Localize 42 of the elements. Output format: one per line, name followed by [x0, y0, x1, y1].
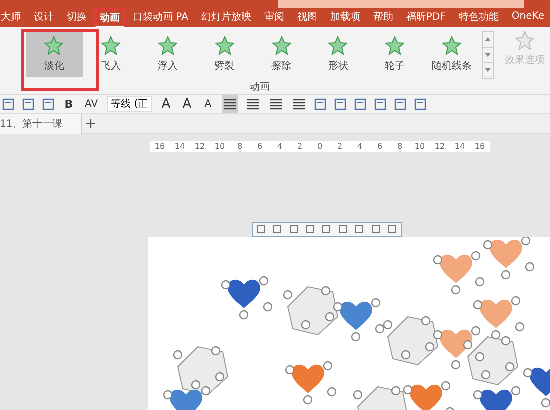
- font-color-button[interactable]: A: [159, 95, 174, 113]
- star-icon: [214, 36, 235, 56]
- animation-option[interactable]: 随机线条: [423, 31, 480, 77]
- animation-option[interactable]: 轮子: [366, 31, 424, 77]
- group-label: 动画: [249, 81, 271, 94]
- ribbon-tab[interactable]: 口袋动画 PA: [133, 8, 188, 27]
- gallery-scrollbar[interactable]: [482, 31, 494, 79]
- ruler: 16 14 12 10 8 6 4 2 0 2 4 6 8 10 12 14 16: [150, 141, 490, 152]
- star-icon: [385, 36, 406, 56]
- star-icon: [272, 36, 292, 56]
- star-icon: [44, 36, 64, 56]
- star-icon: [101, 36, 122, 56]
- animation-option[interactable]: 淡化: [26, 31, 83, 77]
- shrink-font-button[interactable]: A: [201, 95, 216, 113]
- document-tab[interactable]: 11、第十一课: [0, 114, 82, 134]
- animation-option[interactable]: 擦除: [253, 31, 310, 77]
- star-icon: [442, 36, 462, 56]
- ribbon-tab[interactable]: 切换: [67, 8, 87, 27]
- bold-button[interactable]: B: [62, 95, 76, 113]
- center-align-button[interactable]: [222, 95, 238, 113]
- ribbon-tab[interactable]: OneKe: [512, 8, 544, 27]
- animation-option[interactable]: 飞入: [82, 31, 140, 77]
- animation-option[interactable]: 劈裂: [196, 31, 254, 77]
- star-icon: [158, 36, 178, 56]
- animation-option[interactable]: 形状: [310, 31, 367, 77]
- star-icon: [515, 31, 536, 51]
- character-spacing-button[interactable]: AV: [83, 95, 100, 113]
- search-field[interactable]: [278, 0, 524, 8]
- ribbon-tab[interactable]: 特色功能: [458, 8, 499, 27]
- grow-font-button[interactable]: A: [180, 95, 194, 113]
- star-icon: [328, 36, 348, 56]
- ribbon-tab[interactable]: 设计: [34, 8, 54, 27]
- ribbon-tab[interactable]: 审阅: [264, 8, 284, 27]
- animation-option[interactable]: 浮入: [140, 31, 196, 77]
- font-dropdown[interactable]: 等线 (正: [107, 96, 152, 112]
- ribbon-tab[interactable]: 加载项: [330, 8, 360, 27]
- ribbon-tab[interactable]: 视图: [297, 8, 318, 27]
- ribbon-tab[interactable]: 福昕PDF: [406, 8, 446, 27]
- ribbon-tab[interactable]: 大师: [1, 8, 21, 27]
- ribbon-tab[interactable]: 幻灯片放映: [201, 8, 252, 27]
- ribbon-tab[interactable]: 帮助: [373, 8, 394, 27]
- new-tab-button[interactable]: +: [82, 116, 100, 132]
